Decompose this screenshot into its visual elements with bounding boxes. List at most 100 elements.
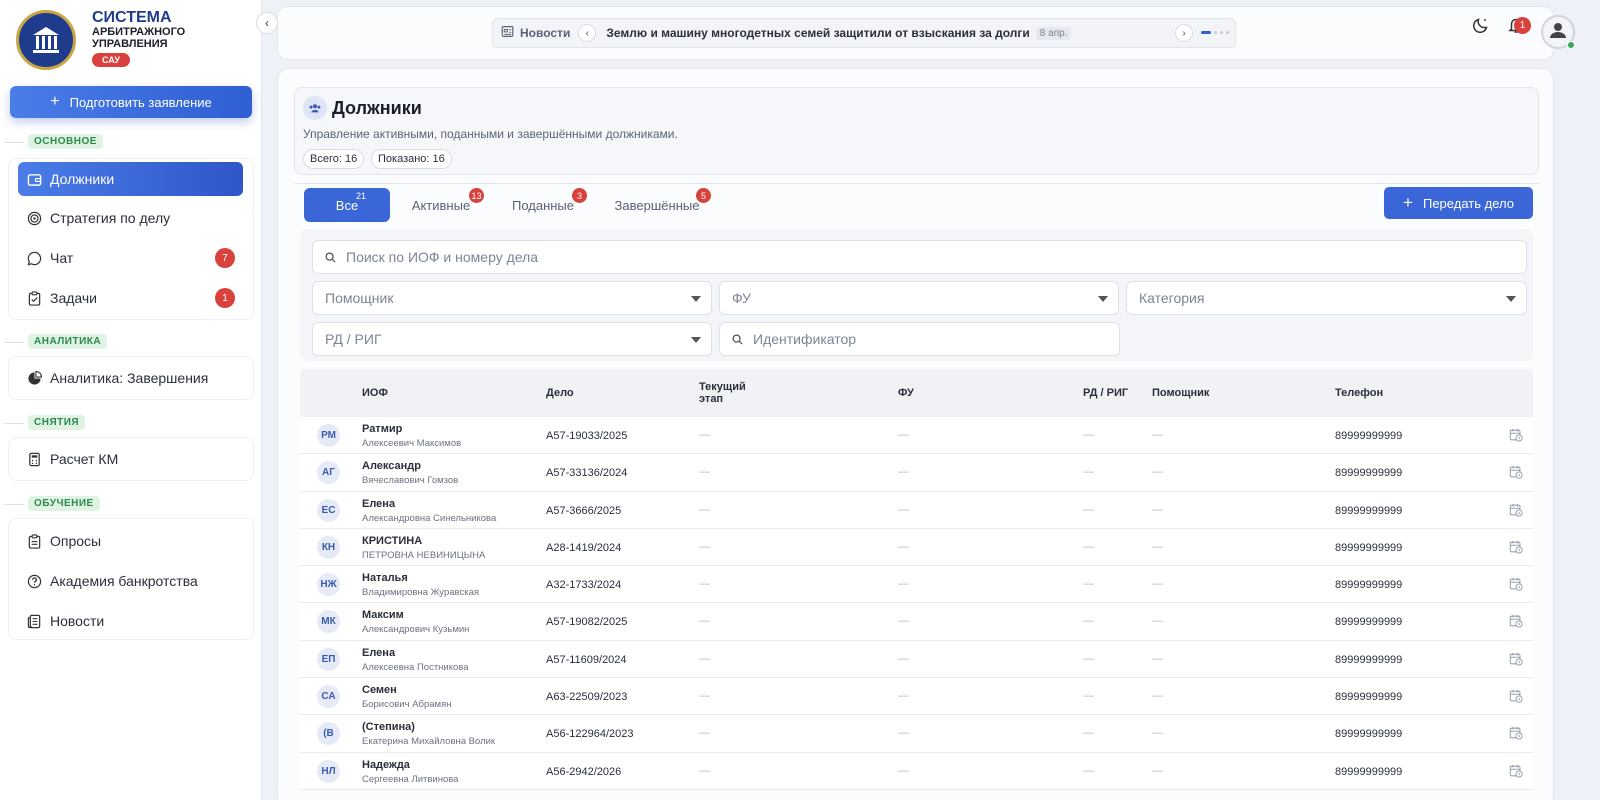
table-body: РМ Ратмир Алексеевич Максимов А57-19033/202… [300,417,1533,790]
col-case-header[interactable]: Дело [546,387,574,399]
table-row[interactable]: НЛ Надежда Сергеевна Литвинова А56-2942/202… [300,752,1533,790]
debtor-name-cell[interactable]: Елена Александровна Синельникова [362,498,496,524]
category-select[interactable]: Категория [1126,281,1527,315]
rd-cell: — [1083,690,1094,703]
debtor-name-cell[interactable]: Наталья Владимировна Журавская [362,572,479,598]
rd-cell: — [1083,578,1094,591]
debtor-name-cell[interactable]: Елена Алексеевна Постникова [362,647,469,673]
sidebar-item-news[interactable]: Новости [18,604,243,638]
col-stage-header[interactable]: Текущий этап [699,381,746,405]
table-row[interactable]: (В (Степина) Екатерина Михайловна Волик А56… [300,715,1533,753]
table-row[interactable]: ЕС Елена Александровна Синельникова А57-366… [300,491,1533,529]
theme-toggle-button[interactable] [1470,16,1492,38]
debtor-avatar: ЕП [317,647,340,671]
tabs: Все 21 Активные 13 Поданные 3 Завершённы… [294,183,1539,227]
calendar-clock-icon[interactable] [1509,764,1523,783]
logo-icon [16,10,76,70]
tab-completed[interactable]: Завершённые 5 [612,188,711,222]
debtor-name-cell[interactable]: Ратмир Алексеевич Максимов [362,423,461,449]
user-icon [1548,20,1568,45]
col-name-header[interactable]: ИОФ [362,387,388,399]
transfer-case-button[interactable]: + Передать дело [1384,187,1533,219]
tab-submitted[interactable]: Поданные 3 [510,188,587,222]
identifier-placeholder: Идентификатор [753,331,857,347]
sidebar-item-chat[interactable]: Чат 7 [18,241,243,275]
chat-icon [26,250,42,266]
divider [4,142,24,143]
col-phone-header[interactable]: Телефон [1335,387,1383,399]
col-rd-header[interactable]: РД / РИГ [1083,387,1128,399]
sidebar-item-academy[interactable]: Академия банкротства [18,564,243,598]
calendar-clock-icon[interactable] [1509,726,1523,745]
plus-icon: + [50,93,60,110]
top-bar: Новости ‹ Землю и машину многодетных сем… [277,6,1554,60]
news-next-button[interactable]: › [1175,24,1193,42]
tab-active[interactable]: Активные 13 [408,188,484,222]
sidebar-item-surveys[interactable]: Опросы [18,524,243,558]
brand-line2: АРБИТРАЖНОГО [92,26,186,38]
stage-cell: — [699,727,710,740]
table-row[interactable]: АГ Александр Вячеславович Гомзов А57-33136/… [300,454,1533,492]
fu-cell: — [898,540,909,553]
identifier-input[interactable]: Идентификатор [719,322,1120,356]
news-ticker[interactable]: Новости ‹ Землю и машину многодетных сем… [492,18,1236,48]
case-number-cell: А32-1733/2024 [546,579,622,592]
table-row[interactable]: ЕП Елена Алексеевна Постникова А57-11609/20… [300,640,1533,679]
brand[interactable]: СИСТЕМА АРБИТРАЖНОГО УПРАВЛЕНИЯ САУ [16,10,185,70]
sidebar-item-analytics-completions[interactable]: Аналитика: Завершения [18,361,243,395]
sidebar-item-label: Задачи [50,290,98,306]
total-count-chip: Всего: 16 [303,149,365,169]
debtor-name-cell[interactable]: Семен Борисович Абрамян [362,684,451,710]
sidebar-item-strategy[interactable]: Стратегия по делу [18,201,243,235]
debtor-avatar: ЕС [317,498,340,522]
debtor-name-cell[interactable]: КРИСТИНА ПЕТРОВНА НЕВИНИЦЫНА [362,535,485,561]
prepare-application-button[interactable]: + Подготовить заявление [10,86,252,118]
sidebar-item-debtors[interactable]: Должники [18,162,243,196]
rd-select-value: РД / РИГ [325,331,382,347]
debtor-name-cell[interactable]: Александр Вячеславович Гомзов [362,460,458,486]
assistant-cell: — [1152,503,1163,516]
news-headline[interactable]: Землю и машину многодетных семей защитил… [606,26,1029,40]
fu-cell: — [898,466,909,479]
table-row[interactable]: МК Максим Александрович Кузьмин А57-19082/2… [300,603,1533,641]
table-row[interactable]: НЖ Наталья Владимировна Журавская А32-1733/… [300,566,1533,604]
col-assistant-header[interactable]: Помощник [1152,387,1209,399]
debtor-name-cell[interactable]: (Степина) Екатерина Михайловна Волик [362,721,495,747]
plus-icon: + [1403,193,1413,212]
calendar-clock-icon[interactable] [1509,614,1523,633]
news-prev-button[interactable]: ‹ [578,24,597,42]
transfer-button-label: Передать дело [1422,195,1514,211]
calendar-clock-icon[interactable] [1509,652,1523,671]
calendar-clock-icon[interactable] [1509,540,1523,559]
pie-chart-icon [26,370,42,386]
fu-select[interactable]: ФУ [719,281,1119,315]
search-input[interactable]: Поиск по ИОФ и номеру дела [312,240,1527,274]
stage-cell: — [699,540,710,553]
rd-select[interactable]: РД / РИГ [312,322,712,356]
sidebar-item-label: Опросы [50,533,102,549]
calendar-clock-icon[interactable] [1509,577,1523,596]
calendar-clock-icon[interactable] [1509,465,1523,484]
calendar-clock-icon[interactable] [1509,503,1523,522]
debtor-name-cell[interactable]: Надежда Сергеевна Литвинова [362,759,458,785]
rd-cell: — [1083,652,1094,665]
sidebar-item-calc-km[interactable]: Расчет КМ [18,442,243,476]
case-number-cell: А56-122964/2023 [546,728,634,741]
sidebar-item-tasks[interactable]: Задачи 1 [18,281,243,315]
debtor-name-cell[interactable]: Максим Александрович Кузьмин [362,609,469,635]
debtor-first-name: Александр [362,460,421,473]
table-row[interactable]: РМ Ратмир Алексеевич Максимов А57-19033/202… [300,417,1533,455]
assistant-select[interactable]: Помощник [312,281,712,315]
table-row[interactable]: КН КРИСТИНА ПЕТРОВНА НЕВИНИЦЫНА А28-1419/20… [300,528,1533,567]
section-analytics-label: АНАЛИТИКА [28,334,108,349]
col-fu-header[interactable]: ФУ [898,387,914,399]
tab-all[interactable]: Все 21 [304,188,390,222]
collapse-sidebar-button[interactable]: ‹ [256,12,278,34]
calendar-clock-icon[interactable] [1509,428,1523,447]
table-row[interactable]: СА Семен Борисович Абрамян А63-22509/2023 — —… [300,678,1533,716]
page-description: Управление активными, поданными и заверш… [303,127,678,141]
calendar-clock-icon[interactable] [1509,689,1523,708]
debtor-avatar: МК [317,610,340,634]
news-label: Новости [520,26,571,40]
debtor-first-name: Елена [362,646,396,659]
